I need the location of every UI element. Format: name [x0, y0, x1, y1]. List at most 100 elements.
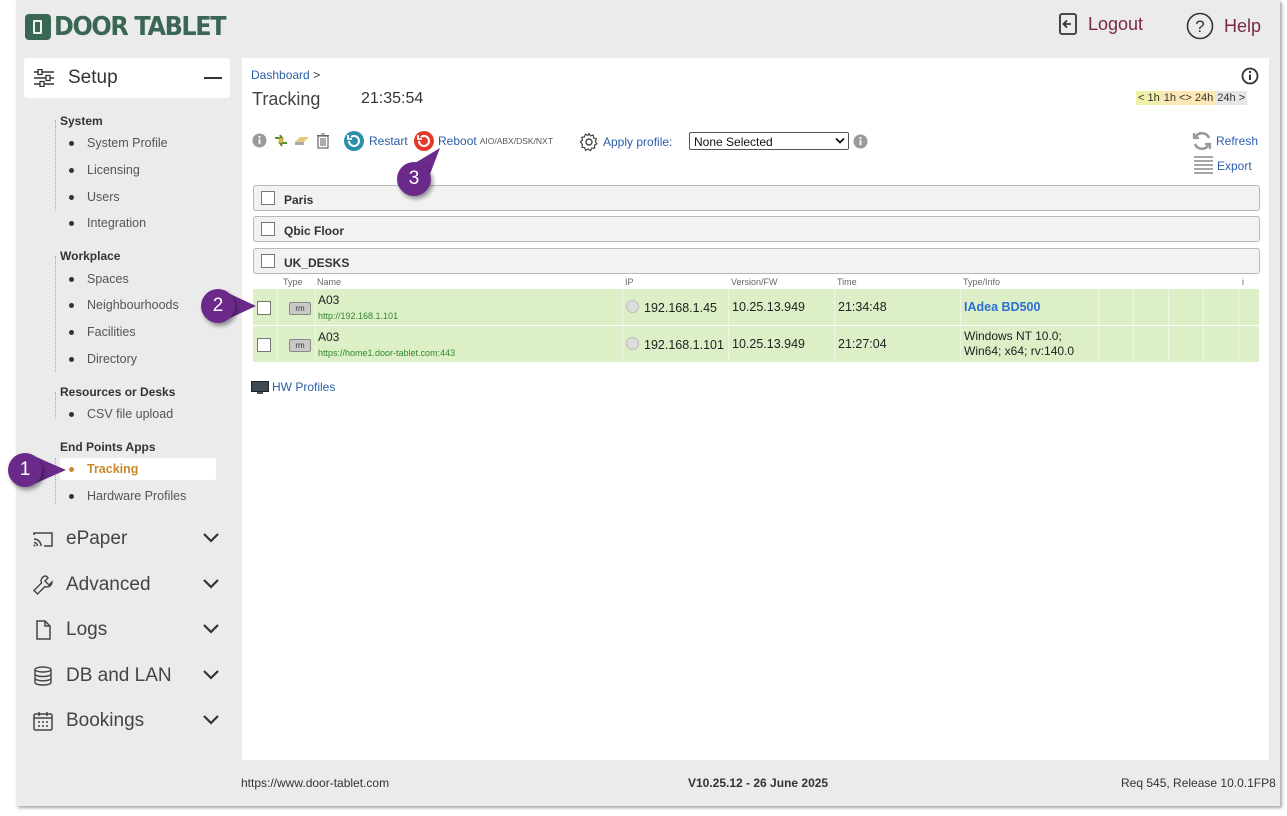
device-url[interactable]: http://192.168.1.101 — [318, 311, 398, 321]
info-icon[interactable] — [1241, 67, 1259, 85]
sidebar-item-users[interactable]: Users — [60, 187, 120, 207]
sidebar-item-label: Licensing — [87, 163, 140, 177]
footer-release: Req 545, Release 10.0.1FP8 — [1121, 776, 1276, 790]
export-label: Export — [1217, 159, 1252, 173]
main-panel: Dashboard > Tracking 21:35:54 < 1h 1h <>… — [242, 58, 1269, 760]
sidebar-item-label: Spaces — [87, 272, 129, 286]
calendar-icon — [33, 712, 53, 731]
info-circle-icon[interactable] — [252, 133, 267, 148]
move-icon[interactable] — [273, 133, 289, 148]
tree-line — [55, 458, 57, 504]
sidebar-section-epaper[interactable]: ePaper — [32, 523, 224, 555]
profile-select-value: None Selected — [694, 135, 773, 149]
column-header-name: Name — [317, 277, 342, 287]
globe-icon — [626, 300, 639, 313]
callout-badge: 1 — [8, 453, 42, 487]
document-icon — [36, 620, 51, 640]
sidebar-item-system-profile[interactable]: System Profile — [60, 133, 168, 153]
device-type-badge: rm — [289, 302, 311, 315]
export-button[interactable]: Export — [1194, 156, 1252, 176]
sidebar-item-csv-upload[interactable]: CSV file upload — [60, 404, 173, 424]
restart-button[interactable]: Restart — [343, 130, 408, 152]
group-name: Paris — [284, 193, 314, 207]
device-name: A03 — [318, 330, 340, 344]
restart-label: Restart — [369, 134, 408, 148]
bullet-icon — [69, 194, 74, 200]
sidebar-item-hardware-profiles[interactable]: Hardware Profiles — [60, 486, 186, 506]
sidebar-section-bookings[interactable]: Bookings — [32, 705, 224, 737]
logo[interactable]: DOOR TABLET — [25, 10, 240, 44]
sidebar-item-tracking[interactable]: Tracking — [60, 458, 216, 480]
page-title: Tracking — [252, 89, 321, 109]
sidebar-section-label: Advanced — [66, 574, 151, 595]
group-uk-desks[interactable]: UK_DESKS — [253, 248, 1260, 274]
apply-profile-label: Apply profile: — [603, 135, 673, 149]
group-name: Qbic Floor — [284, 224, 344, 238]
group-name: UK_DESKS — [284, 256, 350, 270]
device-info-link[interactable]: IAdea BD500 — [964, 300, 1040, 314]
sidebar-item-licensing[interactable]: Licensing — [60, 160, 140, 180]
callout-badge: 3 — [397, 162, 431, 196]
group-title-resources: Resources or Desks — [60, 385, 176, 399]
refresh-button[interactable]: Refresh — [1191, 130, 1258, 152]
setup-section-header[interactable]: Setup — [24, 58, 230, 98]
sidebar-section-logs[interactable]: Logs — [32, 614, 224, 646]
table-row[interactable]: rm A03 http://192.168.1.101 192.168.1.45… — [253, 289, 1259, 325]
group-checkbox[interactable] — [261, 222, 275, 236]
help-link[interactable]: ? Help — [1186, 12, 1261, 40]
table-row[interactable]: rm A03 https://home1.door-tablet.com:443… — [253, 326, 1259, 362]
help-label: Help — [1224, 15, 1262, 36]
collapse-icon[interactable] — [204, 77, 222, 79]
footer-url[interactable]: https://www.door-tablet.com — [241, 776, 389, 790]
device-info: Windows NT 10.0; — [964, 329, 1062, 343]
row-checkbox[interactable] — [257, 338, 271, 352]
reboot-button[interactable]: Reboot AIO/ABX/DSK/NXT — [413, 130, 553, 152]
help-icon: ? — [1186, 12, 1214, 40]
bullet-icon — [69, 329, 74, 335]
device-time: 21:34:48 — [838, 300, 887, 314]
device-ip-cell: 192.168.1.101 — [626, 337, 724, 352]
list-icon — [1194, 156, 1213, 174]
cast-icon — [33, 532, 53, 547]
sidebar-item-facilities[interactable]: Facilities — [60, 322, 136, 342]
row-checkbox[interactable] — [257, 301, 271, 315]
reboot-note: AIO/ABX/DSK/NXT — [479, 136, 553, 146]
logo-text: DOOR TABLET — [54, 12, 227, 42]
filter-1h-24h[interactable]: 1h <> 24h — [1161, 91, 1216, 105]
device-info-line2: Win64; x64; rv:140.0 — [964, 344, 1075, 358]
logout-link[interactable]: Logout — [1058, 12, 1143, 36]
logout-icon — [1059, 13, 1077, 35]
monitor-icon — [251, 380, 269, 394]
group-title-system: System — [60, 114, 103, 128]
filter-less-1h[interactable]: < 1h — [1136, 91, 1162, 105]
apply-profile: Apply profile: — [579, 132, 672, 152]
group-checkbox[interactable] — [261, 191, 275, 205]
info-circle-icon[interactable] — [853, 134, 868, 149]
filter-over-24h[interactable]: 24h > — [1215, 91, 1248, 105]
breadcrumb-dashboard[interactable]: Dashboard — [251, 68, 310, 82]
column-header-time: Time — [837, 277, 857, 287]
sidebar-item-spaces[interactable]: Spaces — [60, 269, 129, 289]
bullet-icon — [69, 276, 74, 282]
profile-select[interactable]: None Selected — [689, 132, 849, 150]
tree-line — [55, 120, 57, 210]
reboot-icon — [414, 131, 434, 151]
sidebar-item-label: Integration — [87, 216, 147, 230]
group-checkbox[interactable] — [261, 254, 275, 268]
device-url[interactable]: https://home1.door-tablet.com:443 — [318, 348, 455, 358]
wrench-icon — [33, 575, 53, 595]
sidebar-item-integration[interactable]: Integration — [60, 213, 146, 233]
breadcrumb: Dashboard > — [251, 68, 320, 82]
sidebar-section-db-lan[interactable]: DB and LAN — [32, 660, 224, 692]
gear-icon — [579, 132, 598, 152]
database-icon — [34, 666, 52, 686]
sidebar-item-neighbourhoods[interactable]: Neighbourhoods — [60, 295, 179, 315]
sidebar-item-directory[interactable]: Directory — [60, 349, 137, 369]
hw-profiles-link[interactable]: HW Profiles — [251, 380, 335, 394]
eraser-icon[interactable] — [294, 136, 310, 146]
bullet-icon — [69, 302, 74, 308]
trash-icon[interactable] — [316, 132, 330, 149]
group-qbic-floor[interactable]: Qbic Floor — [253, 216, 1260, 242]
sidebar-section-advanced[interactable]: Advanced — [32, 569, 224, 601]
chevron-down-icon — [203, 533, 219, 543]
